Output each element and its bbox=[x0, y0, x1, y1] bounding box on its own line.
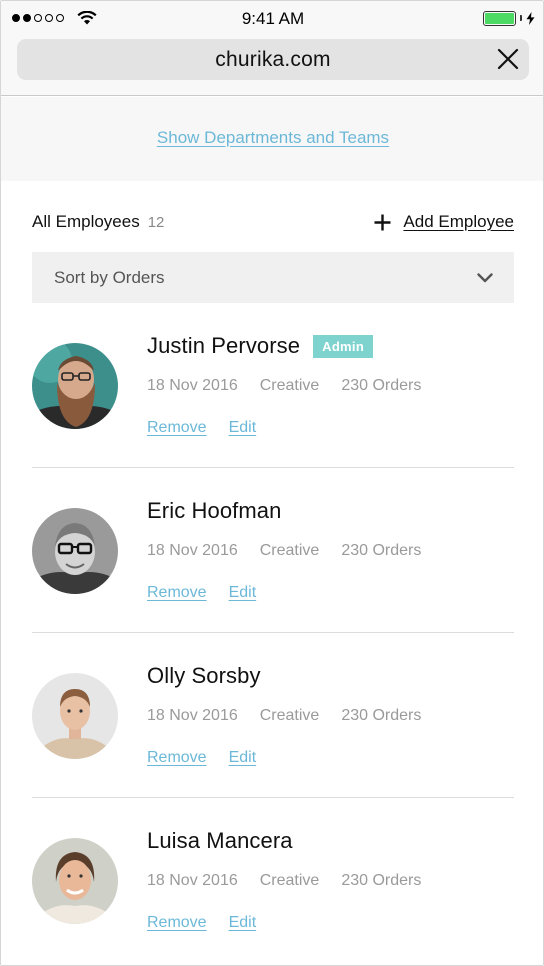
browser-toolbar: churika.com bbox=[1, 35, 543, 96]
close-icon[interactable] bbox=[497, 48, 519, 70]
employee-meta: 18 Nov 2016 Creative 230 Orders bbox=[147, 542, 421, 560]
employee-name-row: Eric Hoofman bbox=[147, 498, 281, 524]
remove-link[interactable]: Remove bbox=[147, 914, 207, 932]
employee-date: 18 Nov 2016 bbox=[147, 377, 238, 394]
remove-link[interactable]: Remove bbox=[147, 419, 207, 437]
employee-meta: 18 Nov 2016 Creative 230 Orders bbox=[147, 872, 421, 890]
show-departments-link[interactable]: Show Departments and Teams bbox=[157, 128, 389, 150]
employee-meta: 18 Nov 2016 Creative 230 Orders bbox=[147, 377, 421, 395]
add-employee-label: Add Employee bbox=[403, 212, 514, 231]
employees-count: 12 bbox=[147, 214, 165, 231]
employee-actions: Remove Edit bbox=[147, 584, 256, 602]
edit-link[interactable]: Edit bbox=[229, 914, 257, 932]
employees-title-group: All Employees 12 bbox=[32, 212, 164, 232]
phone-screen: 9:41 AM churika.com Show Departments and… bbox=[0, 0, 544, 966]
add-employee-button[interactable]: Add Employee bbox=[374, 212, 514, 232]
remove-link[interactable]: Remove bbox=[147, 749, 207, 767]
avatar bbox=[32, 343, 118, 429]
edit-link[interactable]: Edit bbox=[229, 749, 257, 767]
signal-dot-icon bbox=[23, 14, 31, 22]
wifi-icon bbox=[77, 11, 97, 25]
employee-department: Creative bbox=[259, 542, 320, 559]
employee-orders: 230 Orders bbox=[341, 377, 422, 394]
employee-card: Luisa Mancera 18 Nov 2016 Creative 230 O… bbox=[32, 798, 514, 963]
employee-orders: 230 Orders bbox=[341, 542, 422, 559]
employee-actions: Remove Edit bbox=[147, 914, 256, 932]
charging-bolt-icon bbox=[526, 11, 535, 25]
avatar bbox=[32, 838, 118, 924]
avatar bbox=[32, 508, 118, 594]
battery-indicator bbox=[483, 10, 535, 26]
employee-name-row: Justin Pervorse Admin bbox=[147, 333, 374, 359]
employee-name-row: Luisa Mancera bbox=[147, 828, 293, 854]
address-bar[interactable]: churika.com bbox=[17, 39, 529, 80]
employee-date: 18 Nov 2016 bbox=[147, 542, 238, 559]
employee-meta: 18 Nov 2016 Creative 230 Orders bbox=[147, 707, 421, 725]
employee-department: Creative bbox=[259, 872, 320, 889]
employee-name: Justin Pervorse bbox=[147, 333, 301, 358]
employee-card: Olly Sorsby 18 Nov 2016 Creative 230 Ord… bbox=[32, 633, 514, 798]
employee-card: Eric Hoofman 18 Nov 2016 Creative 230 Or… bbox=[32, 468, 514, 633]
signal-indicator bbox=[12, 11, 97, 25]
edit-link[interactable]: Edit bbox=[229, 419, 257, 437]
edit-link[interactable]: Edit bbox=[229, 584, 257, 602]
employee-name: Luisa Mancera bbox=[147, 828, 293, 853]
battery-nub bbox=[520, 15, 522, 21]
url-text: churika.com bbox=[215, 47, 331, 71]
employee-card: Justin Pervorse Admin 18 Nov 2016 Creati… bbox=[32, 303, 514, 468]
signal-dot-icon bbox=[34, 14, 42, 22]
employee-department: Creative bbox=[259, 377, 320, 394]
employee-orders: 230 Orders bbox=[341, 872, 422, 889]
employees-header: All Employees 12 Add Employee bbox=[32, 209, 514, 235]
employee-name: Eric Hoofman bbox=[147, 498, 282, 523]
employee-orders: 230 Orders bbox=[341, 707, 422, 724]
employee-list: Justin Pervorse Admin 18 Nov 2016 Creati… bbox=[32, 303, 514, 963]
plus-icon bbox=[374, 214, 391, 230]
employee-name: Olly Sorsby bbox=[147, 663, 261, 688]
signal-dot-icon bbox=[12, 14, 20, 22]
chevron-down-icon bbox=[477, 272, 493, 282]
employee-actions: Remove Edit bbox=[147, 419, 256, 437]
remove-link[interactable]: Remove bbox=[147, 584, 207, 602]
sort-label: Sort by Orders bbox=[54, 267, 165, 287]
status-bar: 9:41 AM bbox=[1, 1, 543, 35]
signal-dot-icon bbox=[45, 14, 53, 22]
departments-banner: Show Departments and Teams bbox=[1, 97, 543, 181]
employee-department: Creative bbox=[259, 707, 320, 724]
employee-actions: Remove Edit bbox=[147, 749, 256, 767]
employee-date: 18 Nov 2016 bbox=[147, 872, 238, 889]
employees-title: All Employees bbox=[32, 212, 140, 231]
admin-badge: Admin bbox=[313, 334, 374, 358]
sort-dropdown[interactable]: Sort by Orders bbox=[32, 252, 514, 303]
battery-icon bbox=[483, 10, 516, 26]
signal-dot-icon bbox=[56, 14, 64, 22]
battery-level bbox=[485, 12, 514, 24]
avatar bbox=[32, 673, 118, 759]
employee-date: 18 Nov 2016 bbox=[147, 707, 238, 724]
employee-name-row: Olly Sorsby bbox=[147, 663, 261, 689]
